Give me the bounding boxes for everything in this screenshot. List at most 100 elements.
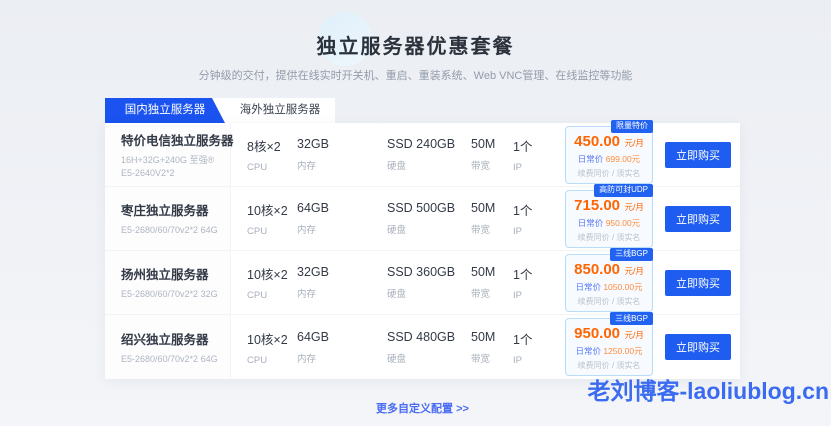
plan-spec: 16H+32G+240G 至强® E5-2640V2*2 xyxy=(121,154,218,179)
daily-price-label: 日常价 xyxy=(575,282,601,292)
memory-label: 内存 xyxy=(297,158,349,172)
price-line: 950.00 元/月 xyxy=(569,325,649,343)
plan-name-cell: 枣庄独立服务器 E5-2680/60/70v2*2 64G xyxy=(105,187,231,250)
memory-value: 64GB xyxy=(297,201,349,215)
memory-value: 32GB xyxy=(297,137,349,151)
price-box: 三线BGP 950.00 元/月 日常价 1250.00元 续费同价 / 须实名 xyxy=(565,318,653,376)
daily-price-value: 1250.00元 xyxy=(603,346,642,356)
plan-name: 枣庄独立服务器 xyxy=(121,200,218,219)
memory-column: 32GB 内存 xyxy=(297,265,349,300)
bandwidth-label: 带宽 xyxy=(471,351,513,365)
table-row: 绍兴独立服务器 E5-2680/60/70v2*2 64G 10核×2 CPU … xyxy=(105,315,740,379)
plan-name: 扬州独立服务器 xyxy=(121,264,218,283)
bandwidth-value: 50M xyxy=(471,201,513,215)
price-box: 高防可封UDP 715.00 元/月 日常价 950.00元 续费同价 / 须实… xyxy=(565,190,653,248)
cpu-label: CPU xyxy=(247,162,297,173)
site-watermark: 老刘博客-laoliublog.cn xyxy=(588,372,830,406)
bandwidth-column: 50M 带宽 xyxy=(471,201,513,236)
plan-spec: E5-2680/60/70v2*2 64G xyxy=(121,224,218,237)
bandwidth-column: 50M 带宽 xyxy=(471,265,513,300)
price-value: 950.00 xyxy=(574,325,620,342)
ip-value: 1个 xyxy=(513,329,549,348)
bandwidth-label: 带宽 xyxy=(471,286,513,300)
daily-price-line: 日常价 1050.00元 xyxy=(569,281,649,293)
plan-name-cell: 绍兴独立服务器 E5-2680/60/70v2*2 64G xyxy=(105,315,231,379)
price-box: 三线BGP 850.00 元/月 日常价 1050.00元 续费同价 / 须实名 xyxy=(565,254,653,312)
memory-column: 32GB 内存 xyxy=(297,137,349,172)
ip-column: 1个 IP xyxy=(513,136,549,173)
daily-price-line: 日常价 1250.00元 xyxy=(569,345,649,357)
plan-spec: E5-2680/60/70v2*2 64G xyxy=(121,353,218,366)
cpu-column: 8核×2 CPU xyxy=(247,136,297,173)
tab-domestic-servers[interactable]: 国内独立服务器 xyxy=(105,98,225,123)
bandwidth-value: 50M xyxy=(471,330,513,344)
disk-column: SSD 480GB 硬盘 xyxy=(387,330,471,365)
ip-label: IP xyxy=(513,226,549,237)
cpu-value: 10核×2 xyxy=(247,200,297,219)
disk-label: 硬盘 xyxy=(387,351,471,365)
memory-value: 64GB xyxy=(297,330,349,344)
memory-column: 64GB 内存 xyxy=(297,330,349,365)
price-value: 850.00 xyxy=(574,261,620,278)
ip-label: IP xyxy=(513,355,549,366)
plan-name: 特价电信独立服务器 xyxy=(121,130,218,149)
daily-price-label: 日常价 xyxy=(575,346,601,356)
promo-badge: 高防可封UDP xyxy=(594,184,653,197)
buy-now-button[interactable]: 立即购买 xyxy=(665,334,731,360)
buy-now-button[interactable]: 立即购买 xyxy=(665,142,731,168)
bandwidth-label: 带宽 xyxy=(471,158,513,172)
cpu-value: 10核×2 xyxy=(247,264,297,283)
disk-label: 硬盘 xyxy=(387,286,471,300)
memory-value: 32GB xyxy=(297,265,349,279)
ip-value: 1个 xyxy=(513,264,549,283)
disk-label: 硬盘 xyxy=(387,222,471,236)
disk-column: SSD 360GB 硬盘 xyxy=(387,265,471,300)
cpu-value: 8核×2 xyxy=(247,136,297,155)
renew-note: 续费同价 / 须实名 xyxy=(569,168,649,179)
promo-badge: 限量特价 xyxy=(611,120,653,133)
ip-label: IP xyxy=(513,290,549,301)
table-row: 扬州独立服务器 E5-2680/60/70v2*2 32G 10核×2 CPU … xyxy=(105,251,740,315)
promo-badge: 三线BGP xyxy=(610,312,653,325)
table-row: 特价电信独立服务器 16H+32G+240G 至强® E5-2640V2*2 8… xyxy=(105,123,740,187)
pricing-page: 独立服务器优惠套餐 分钟级的交付，提供在线实时开关机、重启、重装系统、Web V… xyxy=(0,0,831,426)
cpu-column: 10核×2 CPU xyxy=(247,329,297,366)
tab-overseas-servers[interactable]: 海外独立服务器 xyxy=(225,98,335,123)
server-tabs: 国内独立服务器 海外独立服务器 xyxy=(105,98,335,123)
cpu-column: 10核×2 CPU xyxy=(247,200,297,237)
price-line: 850.00 元/月 xyxy=(569,261,649,279)
price-unit: 元/月 xyxy=(624,266,643,276)
buy-now-button[interactable]: 立即购买 xyxy=(665,206,731,232)
disk-label: 硬盘 xyxy=(387,158,471,172)
ip-label: IP xyxy=(513,162,549,173)
bandwidth-value: 50M xyxy=(471,137,513,151)
plan-spec: E5-2680/60/70v2*2 32G xyxy=(121,288,218,301)
cpu-label: CPU xyxy=(247,290,297,301)
ip-column: 1个 IP xyxy=(513,329,549,366)
daily-price-line: 日常价 699.00元 xyxy=(569,153,649,165)
memory-label: 内存 xyxy=(297,351,349,365)
cpu-column: 10核×2 CPU xyxy=(247,264,297,301)
ip-value: 1个 xyxy=(513,136,549,155)
daily-price-label: 日常价 xyxy=(578,154,604,164)
daily-price-value: 1050.00元 xyxy=(603,282,642,292)
cpu-label: CPU xyxy=(247,355,297,366)
price-line: 715.00 元/月 xyxy=(569,197,649,215)
renew-note: 续费同价 / 须实名 xyxy=(569,296,649,307)
bandwidth-column: 50M 带宽 xyxy=(471,330,513,365)
plan-name-cell: 扬州独立服务器 E5-2680/60/70v2*2 32G xyxy=(105,251,231,314)
memory-column: 64GB 内存 xyxy=(297,201,349,236)
bandwidth-value: 50M xyxy=(471,265,513,279)
plan-name-cell: 特价电信独立服务器 16H+32G+240G 至强® E5-2640V2*2 xyxy=(105,123,231,186)
price-line: 450.00 元/月 xyxy=(569,133,649,151)
memory-label: 内存 xyxy=(297,286,349,300)
disk-value: SSD 240GB xyxy=(387,137,471,151)
disk-value: SSD 360GB xyxy=(387,265,471,279)
price-unit: 元/月 xyxy=(624,330,643,340)
disk-value: SSD 480GB xyxy=(387,330,471,344)
price-box: 限量特价 450.00 元/月 日常价 699.00元 续费同价 / 须实名 xyxy=(565,126,653,184)
page-title: 独立服务器优惠套餐 xyxy=(0,30,831,59)
ip-value: 1个 xyxy=(513,200,549,219)
page-subtitle: 分钟级的交付，提供在线实时开关机、重启、重装系统、Web VNC管理、在线监控等… xyxy=(0,67,831,83)
buy-now-button[interactable]: 立即购买 xyxy=(665,270,731,296)
